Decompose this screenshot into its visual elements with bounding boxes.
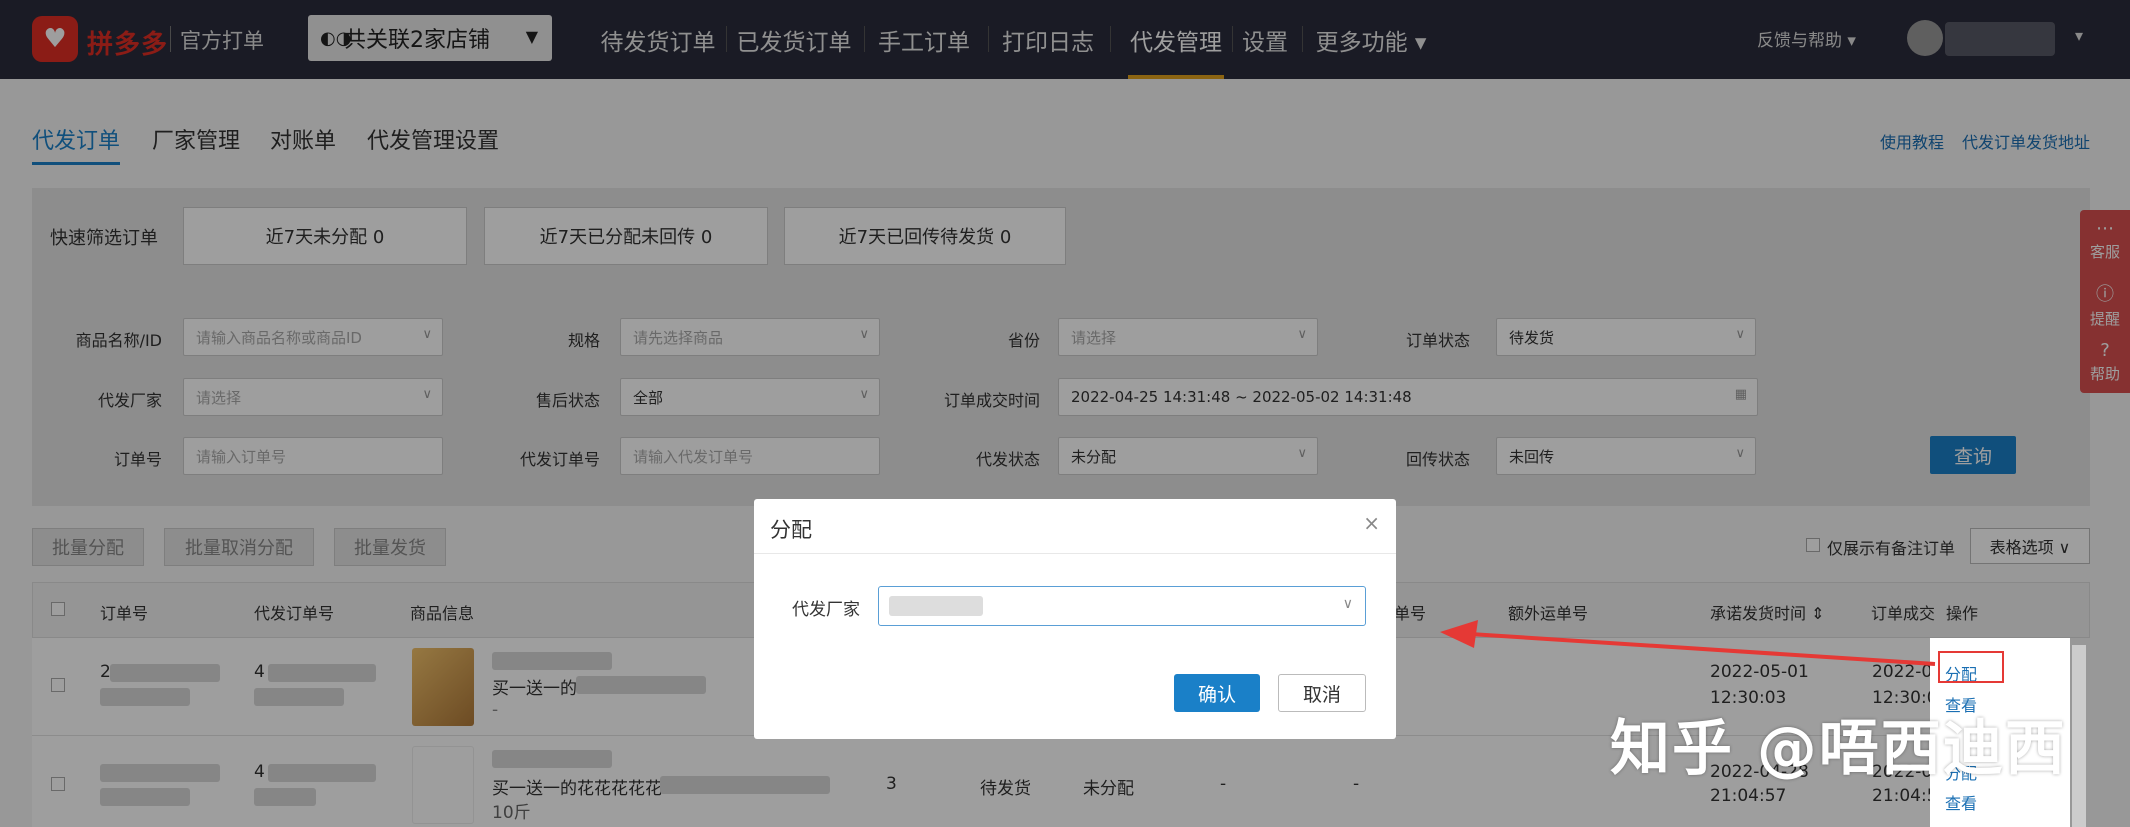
watermark: 知乎 @唔西迪西 [1610,714,2067,784]
arrow-line [1469,632,1936,666]
arrow-head [1440,620,1478,648]
